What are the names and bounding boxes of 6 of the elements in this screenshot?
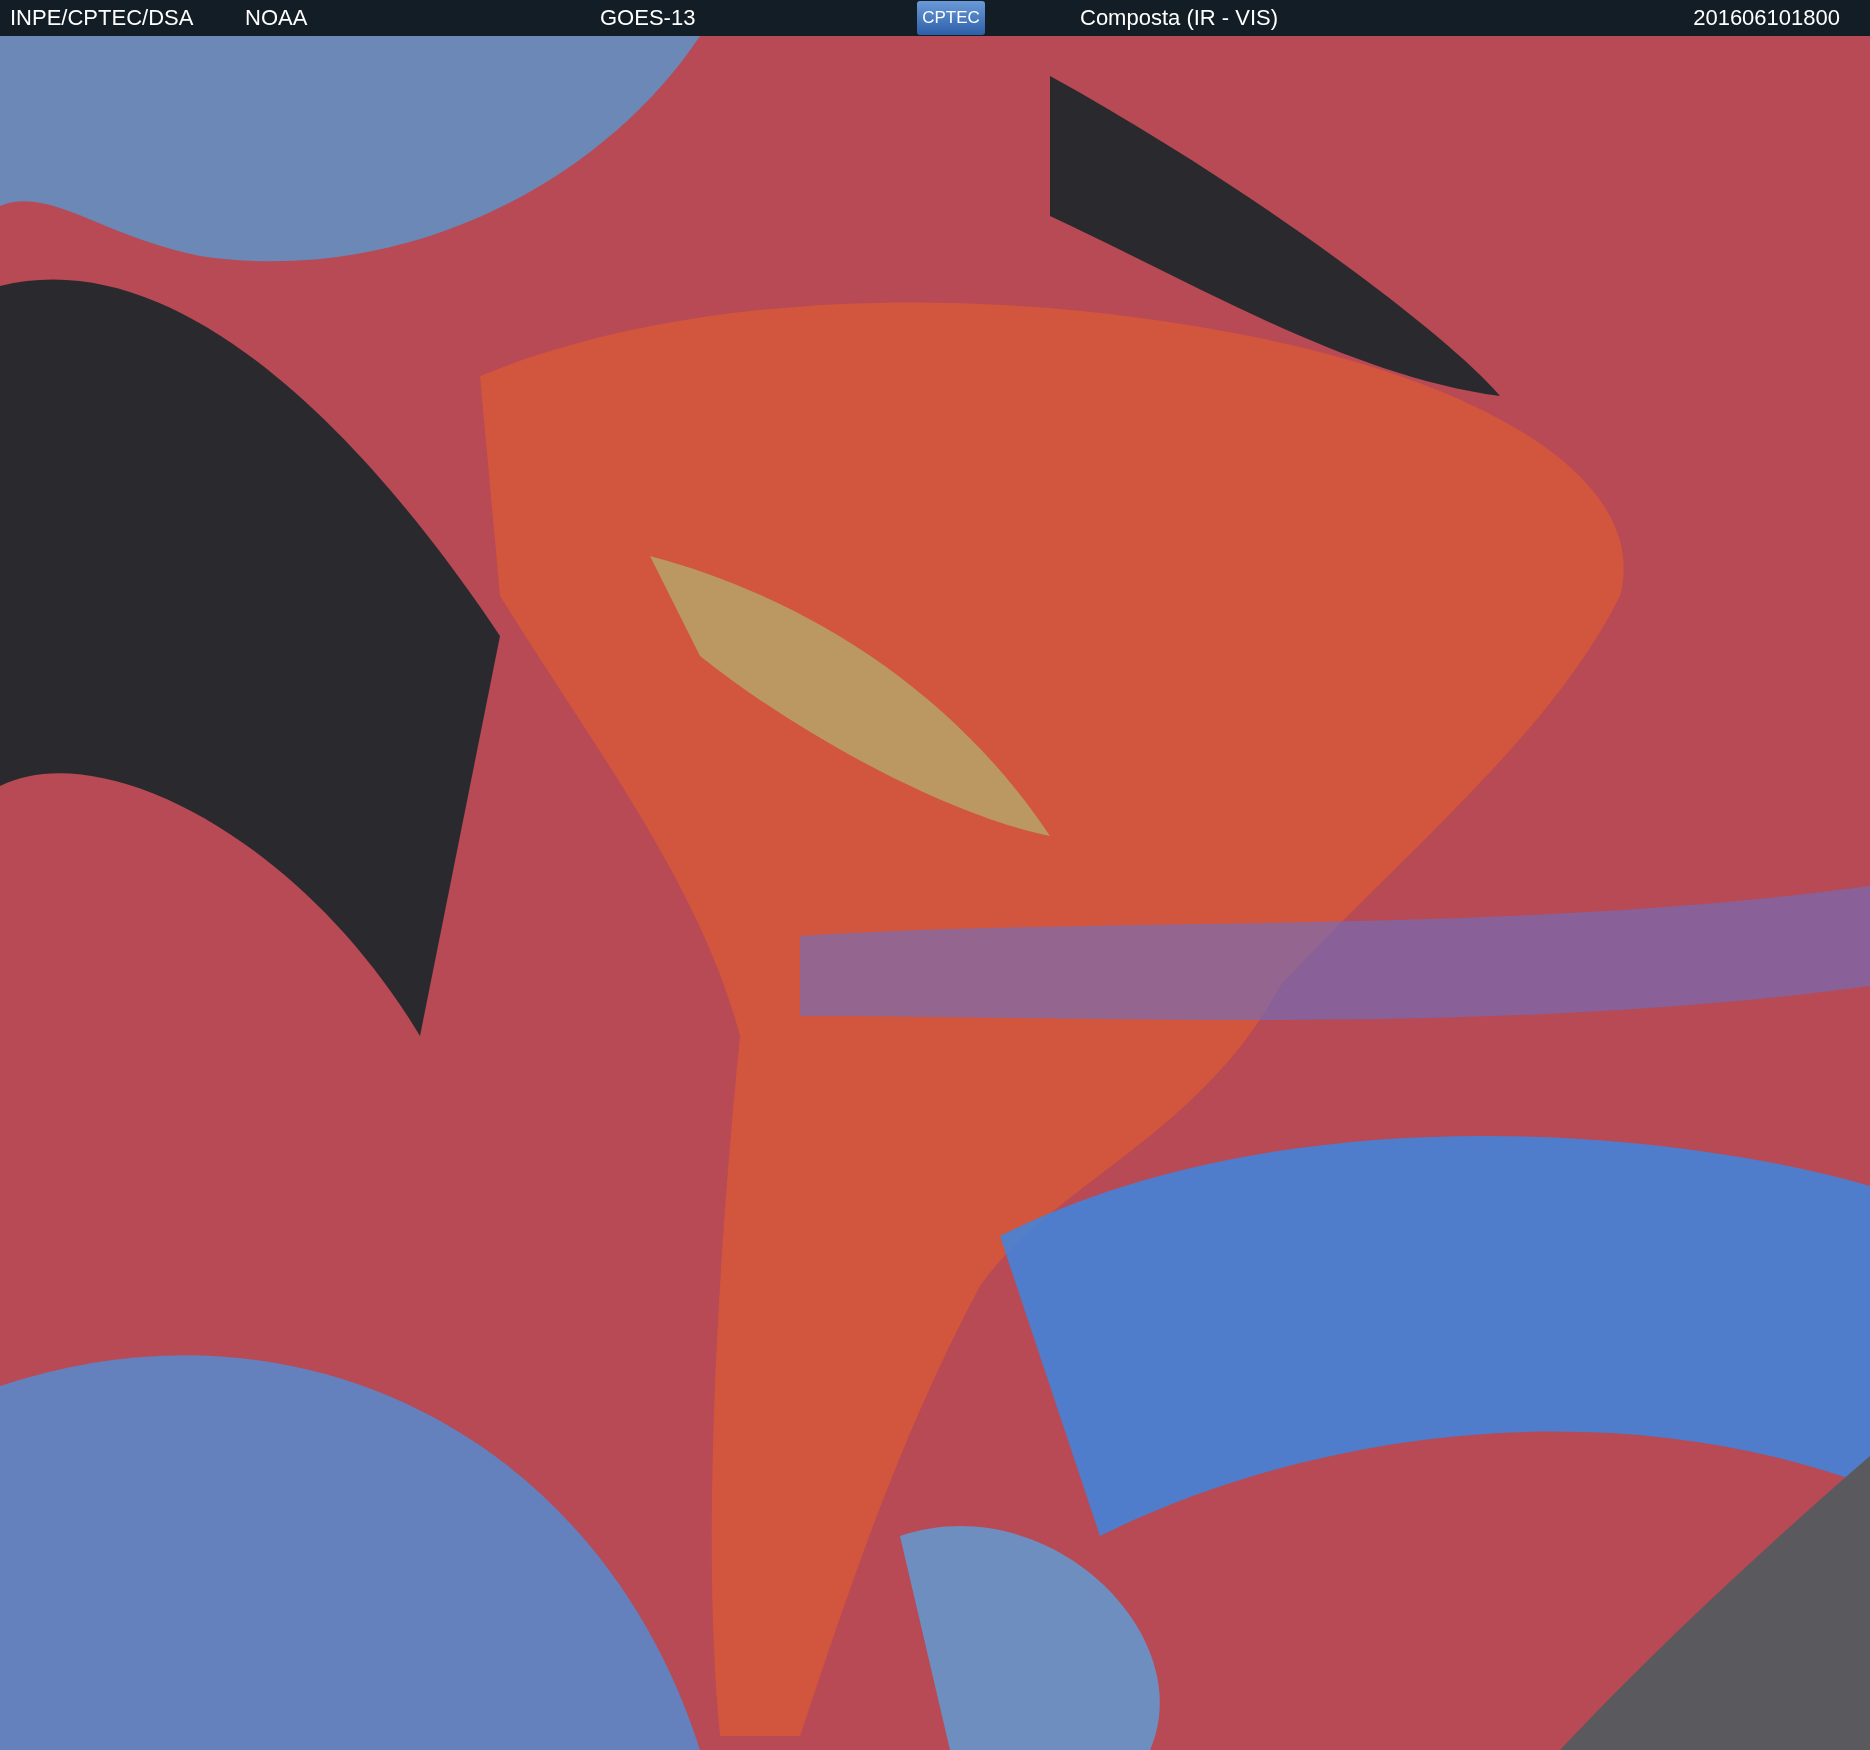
logo: CPTEC (917, 1, 985, 35)
timestamp-label: 201606101800 (1693, 6, 1840, 30)
partner-label: NOAA (245, 6, 308, 30)
product-label: Composta (IR - VIS) (1080, 6, 1279, 30)
satellite-label: GOES-13 (600, 6, 696, 30)
agency-label: INPE/CPTEC/DSA (10, 6, 194, 30)
